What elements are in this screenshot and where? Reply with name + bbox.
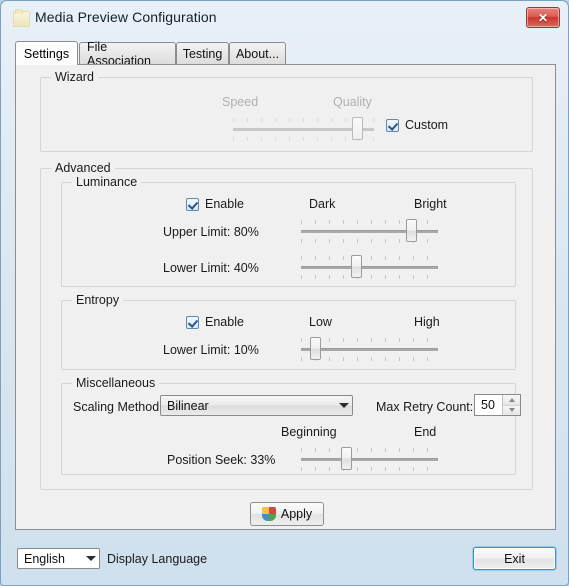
tab-about[interactable]: About... — [229, 42, 286, 64]
slider-ticks-bottom — [301, 467, 438, 471]
slider-track — [301, 458, 438, 461]
slider-track — [301, 266, 438, 269]
close-icon: ✕ — [537, 10, 549, 25]
luminance-bright-label: Bright — [414, 197, 447, 211]
tab-settings[interactable]: Settings — [15, 41, 78, 65]
tab-about-label: About... — [235, 46, 280, 61]
checkbox-check-icon — [186, 197, 199, 211]
folder-icon — [13, 9, 30, 27]
slider-thumb[interactable] — [405, 219, 417, 242]
wizard-speed-label: Speed — [222, 95, 259, 109]
luminance-lower-limit-label: Lower Limit: 40% — [163, 261, 259, 275]
tab-settings-label: Settings — [23, 46, 70, 61]
slider-ticks-bottom — [301, 275, 438, 279]
advanced-group: Advanced Luminance Enable Dark Bright Up… — [40, 161, 533, 490]
apply-button[interactable]: Apply — [250, 502, 324, 526]
luminance-lower-limit-slider[interactable] — [301, 250, 438, 284]
stepper-buttons — [502, 395, 520, 415]
custom-checkbox-label: Custom — [405, 118, 449, 132]
checkbox-check-icon — [186, 315, 199, 329]
scaling-method-select[interactable]: Bilinear — [160, 395, 353, 416]
position-seek-beginning-label: Beginning — [281, 425, 337, 439]
luminance-enable-label: Enable — [205, 197, 244, 211]
settings-panel: Wizard Speed Quality Custom Advanced Lum… — [15, 64, 556, 530]
close-button[interactable]: ✕ — [526, 7, 560, 28]
chevron-down-icon — [335, 403, 352, 408]
uac-shield-icon — [261, 507, 276, 521]
luminance-group: Luminance Enable Dark Bright Upper Limit… — [61, 175, 516, 287]
wizard-quality-label: Quality — [333, 95, 372, 109]
entropy-group: Entropy Enable Low High Lower Limit: 10% — [61, 293, 516, 370]
tab-testing-label: Testing — [182, 46, 223, 61]
slider-ticks-bottom — [301, 357, 438, 361]
slider-thumb[interactable] — [341, 447, 353, 470]
window-title: Media Preview Configuration — [35, 9, 217, 25]
advanced-group-label: Advanced — [51, 161, 115, 175]
wizard-group-label: Wizard — [51, 70, 98, 84]
title-bar: Media Preview Configuration ✕ — [1, 1, 568, 35]
stepper-up-icon[interactable] — [503, 395, 520, 406]
scaling-method-value: Bilinear — [167, 398, 209, 413]
luminance-upper-limit-slider[interactable] — [301, 214, 438, 248]
slider-thumb[interactable] — [352, 117, 364, 140]
slider-ticks-top — [301, 338, 438, 342]
slider-track — [301, 348, 438, 351]
entropy-lower-limit-slider[interactable] — [301, 332, 438, 366]
entropy-high-label: High — [414, 315, 440, 329]
luminance-enable-checkbox[interactable]: Enable — [186, 197, 244, 211]
entropy-group-label: Entropy — [72, 293, 124, 307]
scaling-method-label: Scaling Method: — [73, 400, 163, 414]
luminance-dark-label: Dark — [309, 197, 336, 211]
exit-button-label: Exit — [504, 551, 525, 566]
tab-file-association[interactable]: File Association — [79, 40, 176, 68]
apply-button-label: Apply — [280, 507, 313, 521]
position-seek-end-label: End — [414, 425, 437, 439]
max-retry-count-stepper[interactable]: 50 — [474, 394, 521, 416]
luminance-upper-limit-label: Upper Limit: 80% — [163, 225, 259, 239]
slider-ticks-top — [301, 448, 438, 452]
slider-thumb[interactable] — [350, 255, 362, 278]
position-seek-slider[interactable] — [301, 442, 438, 476]
wizard-speed-quality-slider[interactable] — [233, 112, 374, 146]
max-retry-count-label: Max Retry Count: — [376, 400, 474, 414]
entropy-low-label: Low — [309, 315, 332, 329]
slider-ticks-top — [301, 220, 438, 224]
display-language-value: English — [24, 551, 65, 566]
entropy-enable-checkbox[interactable]: Enable — [186, 315, 244, 329]
wizard-group: Wizard Speed Quality Custom — [40, 70, 533, 152]
max-retry-count-value[interactable]: 50 — [475, 398, 502, 412]
luminance-group-label: Luminance — [72, 175, 142, 189]
entropy-lower-limit-label: Lower Limit: 10% — [163, 343, 259, 357]
checkbox-check-icon — [386, 118, 399, 132]
stepper-down-icon[interactable] — [503, 405, 520, 415]
custom-checkbox[interactable]: Custom — [386, 118, 448, 132]
application-window: Media Preview Configuration ✕ Settings F… — [0, 0, 569, 586]
slider-thumb[interactable] — [309, 337, 321, 360]
slider-ticks-top — [301, 256, 438, 260]
slider-track — [301, 230, 438, 233]
exit-button[interactable]: Exit — [473, 547, 556, 570]
entropy-enable-label: Enable — [205, 315, 244, 329]
slider-ticks-bottom — [301, 239, 438, 243]
display-language-label: Display Language — [107, 552, 208, 566]
display-language-select[interactable]: English — [17, 548, 100, 569]
miscellaneous-group: Miscellaneous Scaling Method: Bilinear M… — [61, 376, 521, 476]
chevron-down-icon — [82, 556, 99, 561]
position-seek-label: Position Seek: 33% — [167, 453, 276, 467]
tab-testing[interactable]: Testing — [176, 42, 229, 64]
miscellaneous-group-label: Miscellaneous — [72, 376, 160, 390]
